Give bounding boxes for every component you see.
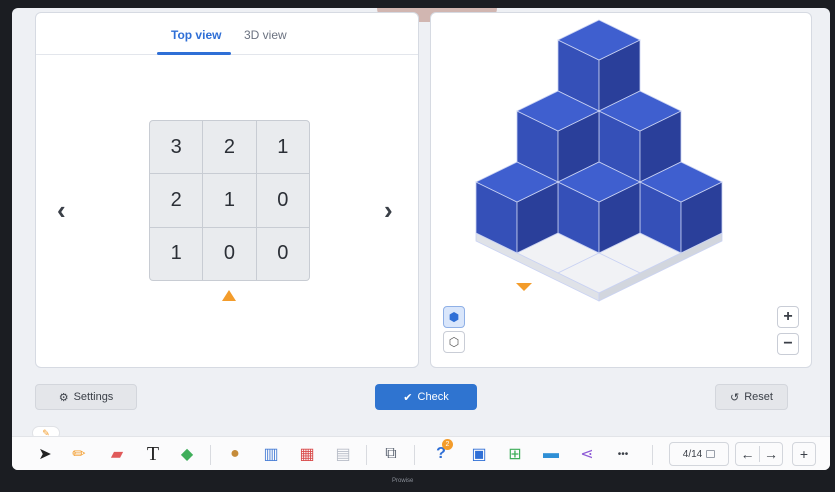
front-direction-marker-icon (516, 283, 532, 291)
notification-badge: 2 (442, 439, 453, 450)
save-tool[interactable]: ▣ (468, 443, 490, 465)
cube-color-icon: ⬢ (448, 310, 460, 324)
stamp-tool[interactable]: ● (224, 443, 246, 465)
view-tabs: Top view 3D view (36, 13, 418, 55)
window-icon: ⧉ (385, 445, 397, 462)
media-tool[interactable]: ▦ (296, 443, 318, 465)
grid-cell[interactable]: 1 (203, 174, 256, 227)
eraser-icon: ▰ (110, 446, 124, 463)
reset-label: Reset (744, 391, 773, 403)
toolbar-divider (652, 445, 653, 465)
next-arrow-icon[interactable]: › (384, 195, 393, 226)
text-tool[interactable]: T (142, 443, 164, 465)
page-indicator[interactable]: 4/14 (669, 442, 729, 466)
panel-icon: ▤ (335, 446, 351, 463)
top-view-panel: Top view 3D view ‹ › 3 2 1 2 1 0 1 0 0 (35, 12, 419, 368)
import-icon: ⊞ (508, 446, 522, 463)
whiteboard-toolbar: ➤ ✏ ▰ T ◆ ● ▥ ▦ ▤ ⧉ ? 2 ▣ ⊞ ▬ ⋖ ••• 4/14… (12, 436, 830, 470)
add-page-button[interactable]: + (792, 442, 816, 466)
eraser-tool[interactable]: ▰ (106, 443, 128, 465)
grid-cell[interactable]: 3 (150, 121, 203, 174)
cursor-arrow-icon: ➤ (38, 446, 52, 463)
select-tool[interactable]: ➤ (34, 443, 56, 465)
screen-tool[interactable]: ⧉ (380, 443, 402, 465)
import-tool[interactable]: ⊞ (504, 443, 526, 465)
save-icon: ▣ (471, 446, 487, 463)
zoom-out-button[interactable]: − (777, 333, 799, 355)
3d-cube-view-button[interactable]: ⬢ (443, 306, 465, 328)
cube-outline-icon: ⬡ (448, 335, 460, 349)
stamp-icon: ● (230, 445, 240, 462)
tab-top-view[interactable]: Top view (171, 28, 221, 42)
toolbar-divider (366, 445, 367, 465)
tab-3d-view[interactable]: 3D view (244, 28, 287, 42)
shapes-icon: ◆ (180, 446, 194, 463)
grid-cell[interactable]: 0 (203, 227, 256, 280)
media-icon: ▦ (299, 446, 315, 463)
share-tool[interactable]: ⋖ (576, 443, 598, 465)
check-label: Check (417, 391, 449, 403)
grid-cell[interactable]: 0 (256, 174, 309, 227)
3d-view-panel: ⬢ ⬡ + − (430, 12, 812, 368)
bezel-brand: Prowise (392, 478, 414, 484)
prev-arrow-icon[interactable]: ‹ (57, 195, 66, 226)
settings-label: Settings (73, 391, 114, 403)
grid-cell[interactable]: 1 (256, 121, 309, 174)
panel-tool[interactable]: ▤ (332, 443, 354, 465)
checkmark-icon: ✔ (403, 391, 413, 404)
active-tab-underline (157, 52, 231, 55)
pen-tool[interactable]: ✏ (68, 443, 90, 465)
pencil-icon: ✏ (72, 446, 86, 463)
toolbar-divider (210, 445, 211, 465)
top-view-grid: 3 2 1 2 1 0 1 0 0 (149, 120, 310, 281)
open-folder-tool[interactable]: ▬ (540, 443, 562, 465)
shapes-tool[interactable]: ◆ (176, 443, 198, 465)
reset-icon: ↺ (730, 391, 740, 404)
share-icon: ⋖ (580, 446, 594, 463)
folder-icon: ▬ (543, 445, 559, 462)
back-arrow-icon[interactable]: ← (736, 446, 759, 462)
grid-cell[interactable]: 2 (203, 121, 256, 174)
cube-outline-view-button[interactable]: ⬡ (443, 331, 465, 353)
text-icon: T (146, 442, 160, 465)
more-icon: ••• (617, 448, 629, 460)
library-tool[interactable]: ▥ (260, 443, 282, 465)
books-icon: ▥ (263, 446, 279, 463)
forward-arrow-icon[interactable]: → (758, 446, 782, 462)
gear-icon: ⚙ (58, 391, 69, 404)
more-tool[interactable]: ••• (612, 443, 634, 465)
cube-stack-3d[interactable] (431, 13, 812, 368)
page-number: 4/14 (682, 448, 703, 460)
grid-cell[interactable]: 1 (150, 227, 203, 280)
zoom-in-button[interactable]: + (777, 306, 799, 328)
settings-button[interactable]: ⚙ Settings (35, 384, 137, 410)
grid-cell[interactable]: 2 (150, 174, 203, 227)
reset-button[interactable]: ↺ Reset (715, 384, 788, 410)
check-button[interactable]: ✔ Check (375, 384, 477, 410)
page-nav: ← → (735, 442, 783, 466)
front-marker-icon (222, 290, 236, 301)
smartboard-screen: Top view 3D view ‹ › 3 2 1 2 1 0 1 0 0 ⬢… (12, 8, 830, 470)
toolbar-divider (414, 445, 415, 465)
page-thumbnail-icon (706, 450, 716, 458)
grid-cell[interactable]: 0 (256, 227, 309, 280)
quiz-tool[interactable]: ? 2 (430, 439, 453, 465)
